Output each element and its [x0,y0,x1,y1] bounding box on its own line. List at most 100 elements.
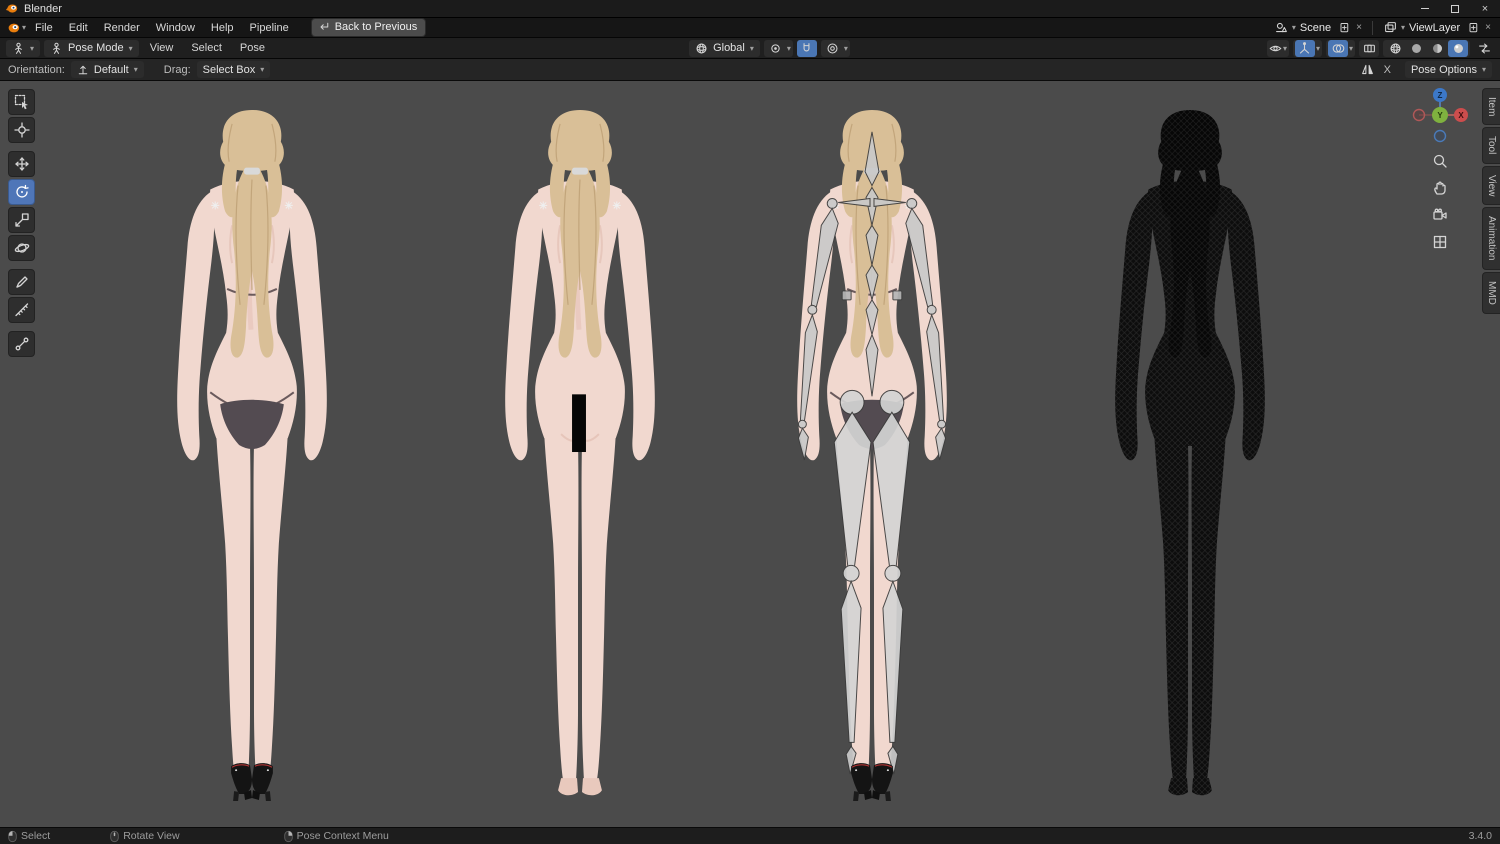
menu-window[interactable]: Window [149,20,202,36]
viewlayer-browse-chevron[interactable]: ▾ [1401,23,1405,32]
xray-toggle-button[interactable] [1359,39,1380,57]
annotate-pen-icon [15,276,28,288]
model-back-nude[interactable] [460,106,700,802]
proportional-edit-button[interactable] [823,40,843,57]
mirror-icon [1362,64,1373,75]
gizmo-z-label: Z [1438,91,1443,100]
orientation-gizmo[interactable]: Z X Y [1410,85,1470,145]
viewlayer-name: ViewLayer [1408,21,1461,34]
back-arrow-icon [320,22,328,30]
material-sphere-icon [1432,43,1442,53]
menu-select[interactable]: Select [184,40,229,56]
tool-scale[interactable] [8,207,35,233]
menu-edit[interactable]: Edit [62,20,95,36]
editor-type-selector[interactable]: ▾ [6,39,41,57]
viewport-3d[interactable]: Z X Y Item Tool View Animation MMD [0,81,1500,827]
gizmo-z-negative[interactable] [1433,129,1447,143]
menu-help[interactable]: Help [204,20,241,36]
model-back-wireframe[interactable] [1070,106,1310,802]
pose-options-dropdown[interactable]: Pose Options ▾ [1404,61,1492,78]
tab-tool[interactable]: Tool [1482,127,1500,164]
mode-selector[interactable]: Pose Mode ▾ [44,39,139,57]
unlink-scene-icon[interactable]: × [1353,22,1365,33]
remove-viewlayer-icon[interactable]: × [1482,22,1494,33]
pivot-chevron[interactable]: ▾ [787,44,791,53]
tool-measure[interactable] [8,297,35,323]
orientation-default-icon [78,65,88,74]
cursor-icon [13,122,30,138]
pan-button[interactable] [1429,177,1451,199]
orientation-default-value: Default [93,63,129,76]
model-back-textured[interactable] [132,106,372,802]
transform-icon [14,243,29,253]
status-context-menu: Pose Context Menu [284,830,389,843]
visibility-chevron[interactable]: ▾ [1283,44,1287,53]
gizmos-dropdown[interactable]: ▾ [1292,39,1322,57]
overlays-chevron[interactable]: ▾ [1349,44,1353,53]
mirror-x-toggle[interactable] [1358,61,1378,78]
maximize-button[interactable] [1440,0,1470,17]
pivot-point-group: ▾ [763,39,793,57]
tool-pose-breakdown[interactable] [8,331,35,357]
back-to-previous-button[interactable]: Back to Previous [311,19,426,36]
shading-mode-group [1383,39,1471,57]
shading-material-button[interactable] [1427,40,1447,57]
show-gizmo-button[interactable] [1294,39,1315,57]
status-select: Select [8,830,50,843]
minimize-button[interactable] [1410,0,1440,17]
proportional-chevron[interactable]: ▾ [844,44,848,53]
menu-file[interactable]: File [28,20,60,36]
tool-annotate[interactable] [8,269,35,295]
menu-pipeline[interactable]: Pipeline [243,20,296,36]
overlays-dropdown[interactable]: ▾ [1326,39,1356,57]
header-expand-button[interactable] [1474,40,1494,57]
new-viewlayer-icon[interactable] [1467,22,1479,34]
blender-app-icon[interactable] [6,21,20,35]
drag-dropdown[interactable]: Select Box ▾ [196,61,271,78]
app-menu-chevron[interactable]: ▾ [22,23,26,32]
shading-rendered-button[interactable] [1448,39,1469,57]
tab-mmd[interactable]: MMD [1482,271,1500,314]
zoom-button[interactable] [1429,150,1451,172]
tool-select-box[interactable] [8,89,35,115]
tool-rotate[interactable] [8,179,35,205]
close-button[interactable]: × [1470,0,1500,17]
tab-item[interactable]: Item [1482,88,1500,126]
shading-wireframe-button[interactable] [1385,40,1405,57]
snap-toggle-button[interactable] [796,39,817,57]
scene-selector[interactable]: ▾ Scene [1271,20,1335,35]
model-back-armature[interactable] [752,106,992,802]
menu-view[interactable]: View [143,40,181,56]
tab-view[interactable]: View [1482,165,1500,206]
scene-browse-chevron[interactable]: ▾ [1292,23,1296,32]
shading-solid-button[interactable] [1406,40,1426,57]
gizmo-x-label: X [1458,111,1464,120]
pose-options-chevron: ▾ [1481,65,1486,74]
close-icon: × [1481,2,1489,15]
viewlayer-selector[interactable]: ▾ ViewLayer [1380,20,1464,35]
show-overlays-button[interactable] [1328,39,1348,57]
menu-pose[interactable]: Pose [233,40,272,56]
new-scene-icon[interactable] [1338,22,1350,34]
toggle-ortho-button[interactable] [1429,231,1451,253]
menu-render[interactable]: Render [97,20,147,36]
orientation-label: Orientation: [8,63,65,76]
scale-icon [14,213,29,227]
gizmo-x-negative[interactable] [1412,108,1426,122]
proportional-edit-group: ▾ [820,39,850,57]
visibility-dropdown[interactable]: ▾ [1266,39,1289,57]
transform-orientation-dropdown[interactable]: Global ▾ [689,39,760,57]
orientation-default-dropdown[interactable]: Default ▾ [70,61,144,78]
tool-cursor[interactable] [8,117,35,143]
zoom-icon [1433,154,1447,168]
pivot-point-button[interactable] [766,40,786,57]
pivot-point-icon [771,43,781,53]
camera-view-button[interactable] [1429,204,1451,226]
gizmo-chevron[interactable]: ▾ [1316,44,1320,53]
status-context-menu-label: Pose Context Menu [296,830,389,842]
status-rotate-view-label: Rotate View [123,830,180,842]
tool-transform[interactable] [8,235,35,261]
orientation-value: Global [713,42,745,54]
tool-move[interactable] [8,151,35,177]
tab-animation[interactable]: Animation [1482,207,1500,270]
